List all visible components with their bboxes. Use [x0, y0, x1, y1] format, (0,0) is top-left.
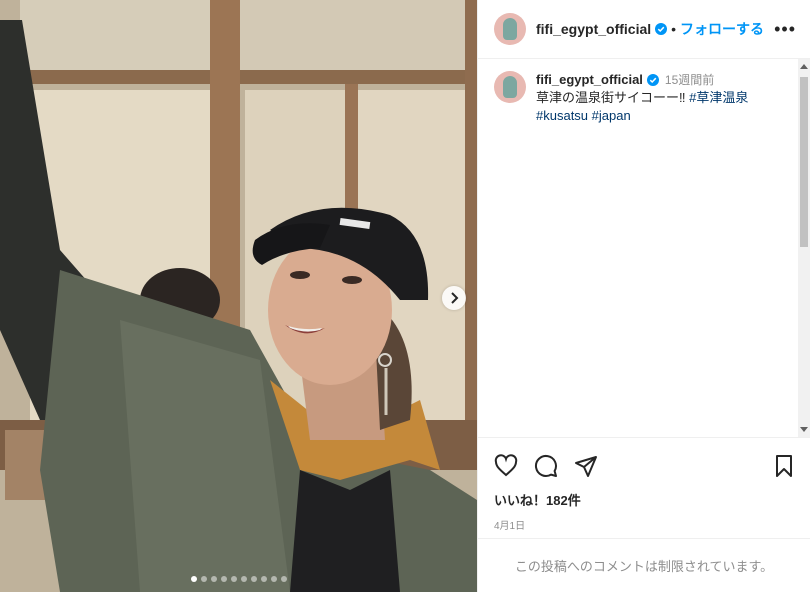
- caption-username-link[interactable]: fifi_egypt_official: [536, 71, 643, 89]
- avatar[interactable]: [494, 13, 526, 45]
- scroll-up-arrow[interactable]: [800, 64, 808, 69]
- post-date[interactable]: 4月1日: [494, 517, 796, 532]
- scroll-thumb[interactable]: [800, 77, 808, 247]
- send-icon[interactable]: [574, 454, 598, 478]
- comments-section: fifi_egypt_official 15週間前 草津の温泉街サイコーー‼︎ …: [478, 59, 810, 437]
- comment-icon[interactable]: [534, 454, 558, 478]
- hashtag-link[interactable]: #japan: [592, 108, 631, 123]
- carousel-dot: [260, 576, 267, 582]
- post-photo[interactable]: [0, 0, 477, 592]
- like-count[interactable]: いいね！182件: [494, 490, 796, 509]
- caption-avatar[interactable]: [494, 71, 526, 103]
- chevron-right-icon: [451, 292, 459, 304]
- carousel-dot: [200, 576, 207, 582]
- hashtag-link[interactable]: #kusatsu: [536, 108, 588, 123]
- carousel-dot: [210, 576, 217, 582]
- carousel-dot: [240, 576, 247, 582]
- more-options-button[interactable]: •••: [774, 19, 796, 40]
- carousel-dot: [270, 576, 277, 582]
- post-header: fifi_egypt_official • フォローする •••: [478, 0, 810, 59]
- username-link[interactable]: fifi_egypt_official: [536, 21, 651, 37]
- post-sidebar: fifi_egypt_official • フォローする ••• fifi_eg…: [477, 0, 810, 592]
- comments-disabled-notice: この投稿へのコメントは制限されています。: [478, 538, 810, 592]
- hashtag-link[interactable]: #草津温泉: [689, 90, 748, 105]
- scroll-down-arrow[interactable]: [800, 427, 808, 432]
- post-actions: いいね！182件 4月1日: [478, 437, 810, 532]
- carousel-dot: [250, 576, 257, 582]
- post-time: 15週間前: [664, 73, 715, 87]
- follow-button[interactable]: フォローする: [680, 19, 764, 39]
- heart-icon[interactable]: [494, 454, 518, 478]
- selfie-image: [0, 0, 477, 592]
- bookmark-icon[interactable]: [772, 454, 796, 478]
- caption-text: 草津の温泉街サイコーー‼︎ #草津温泉 #kusatsu #japan: [536, 89, 786, 125]
- carousel-dot: [230, 576, 237, 582]
- carousel-dot: [220, 576, 227, 582]
- verified-badge-icon: [655, 23, 668, 35]
- caption: fifi_egypt_official 15週間前 草津の温泉街サイコーー‼︎ …: [478, 59, 810, 125]
- next-slide-button[interactable]: [442, 286, 466, 310]
- verified-badge-icon: [646, 74, 659, 86]
- caption-body: 草津の温泉街サイコーー‼︎: [536, 90, 690, 105]
- separator-dot: •: [671, 21, 677, 37]
- carousel-dot: [190, 576, 197, 582]
- carousel-indicator: [0, 576, 477, 582]
- carousel-dot: [280, 576, 287, 582]
- comments-scrollbar[interactable]: [798, 59, 810, 437]
